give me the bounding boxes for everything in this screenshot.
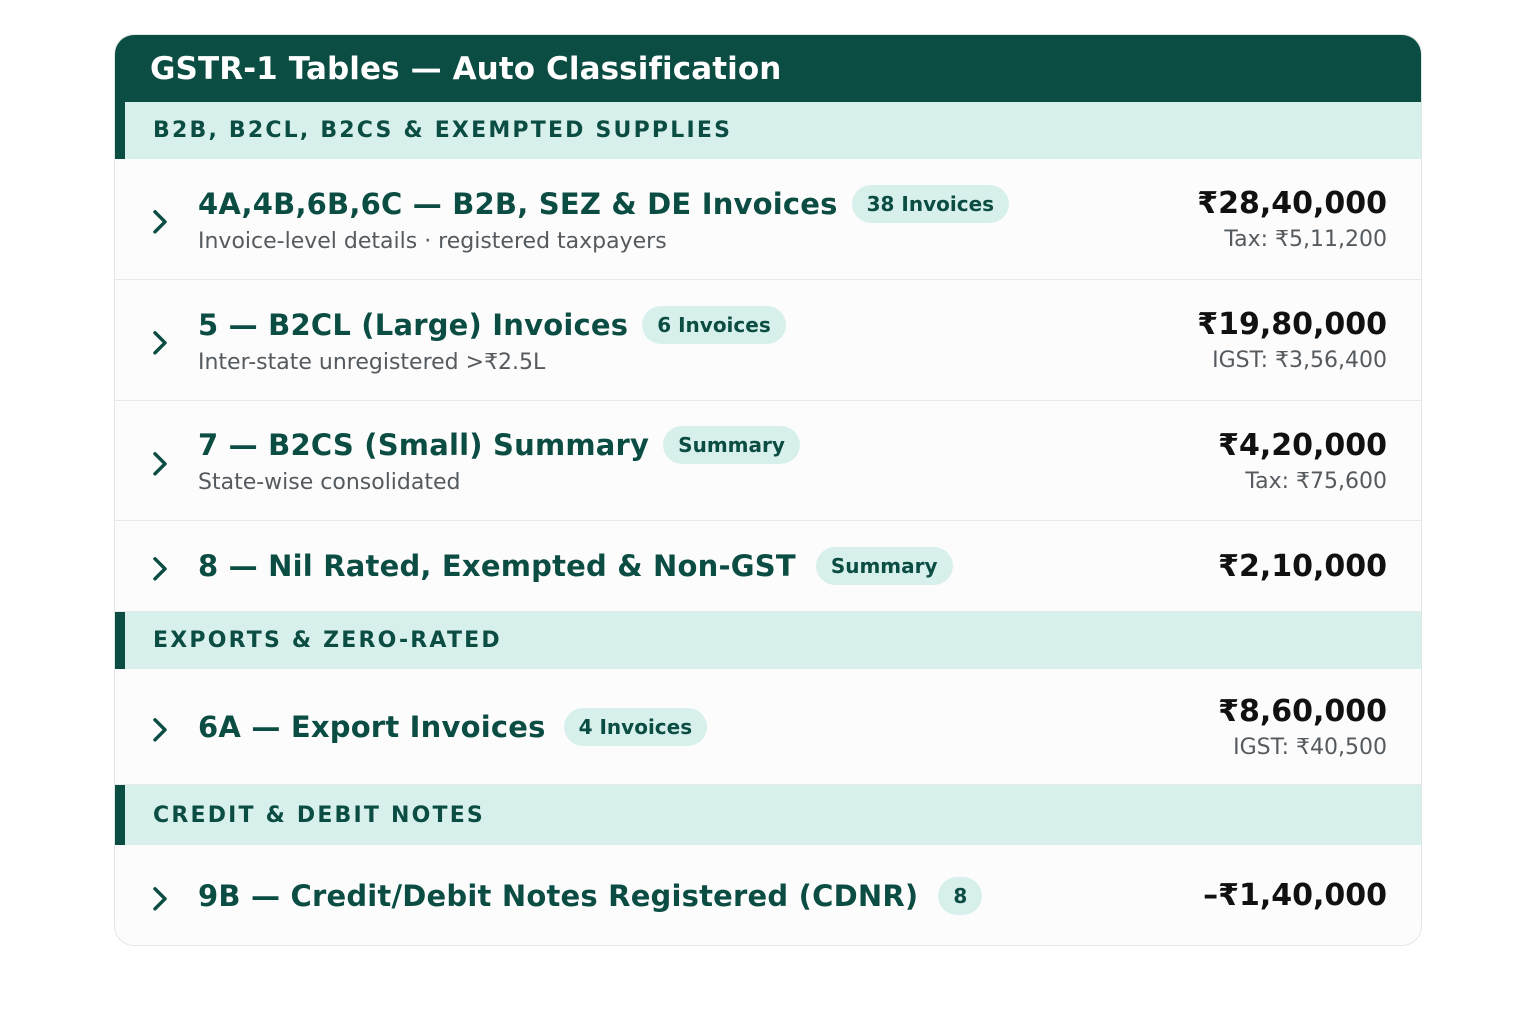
row-title: 8 — Nil Rated, Exempted & Non-GST [198,549,796,583]
table-row-export-invoices[interactable]: 6A — Export Invoices 4 Invoices ₹8,60,00… [115,669,1421,785]
row-tax: IGST: ₹3,56,400 [1212,348,1387,373]
panel-title: GSTR-1 Tables — Auto Classification [115,35,1421,102]
count-badge: 38 Invoices [851,184,1010,223]
section-title: B2B, B2CL, B2CS & EXEMPTED SUPPLIES [153,118,733,143]
row-amount: ₹19,80,000 [1197,307,1387,342]
table-row-cdnr[interactable]: 9B — Credit/Debit Notes Registered (CDNR… [115,845,1421,945]
count-badge: 6 Invoices [642,305,786,344]
section-title: EXPORTS & ZERO-RATED [153,628,502,653]
table-row-b2b-invoices[interactable]: 4A,4B,6B,6C — B2B, SEZ & DE Invoices 38 … [115,159,1421,280]
chevron-right-icon[interactable] [149,884,171,912]
row-subtitle: State-wise consolidated [198,470,461,495]
row-title: 6A — Export Invoices [198,709,546,744]
section-header-credit-debit: CREDIT & DEBIT NOTES [115,785,1421,845]
row-amount: ₹28,40,000 [1197,186,1387,221]
row-amount: ₹4,20,000 [1218,427,1387,463]
count-badge: 4 Invoices [563,707,708,746]
section-header-exports: EXPORTS & ZERO-RATED [115,612,1421,669]
summary-badge: Summary [663,426,800,464]
chevron-right-icon[interactable] [149,715,171,743]
row-tax: Tax: ₹75,600 [1245,468,1387,494]
chevron-right-icon[interactable] [149,329,171,357]
chevron-right-icon[interactable] [149,555,171,583]
table-row-b2cs-summary[interactable]: 7 — B2CS (Small) Summary Summary State-w… [115,401,1421,521]
row-title: 7 — B2CS (Small) Summary [198,428,650,462]
section-header-b2b: B2B, B2CL, B2CS & EXEMPTED SUPPLIES [115,102,1421,159]
row-title: 4A,4B,6B,6C — B2B, SEZ & DE Invoices [198,186,838,221]
table-row-nil-exempted[interactable]: 8 — Nil Rated, Exempted & Non-GST Summar… [115,521,1421,612]
row-subtitle: Invoice-level details · registered taxpa… [198,228,667,254]
row-title: 5 — B2CL (Large) Invoices [198,307,629,342]
chevron-right-icon[interactable] [149,449,171,477]
summary-badge: Summary [815,547,953,585]
row-amount: ₹2,10,000 [1218,548,1387,584]
row-amount: ₹8,60,000 [1218,693,1387,729]
row-subtitle: Inter-state unregistered >₹2.5L [198,349,546,375]
chevron-right-icon[interactable] [149,208,171,236]
row-tax: Tax: ₹5,11,200 [1224,227,1387,252]
row-tax: IGST: ₹40,500 [1233,734,1387,760]
section-title: CREDIT & DEBIT NOTES [153,802,485,828]
row-amount: –₹1,40,000 [1203,878,1387,913]
gstr1-tables-panel: GSTR-1 Tables — Auto Classification B2B,… [114,34,1422,946]
count-badge: 8 [938,876,983,915]
row-title: 9B — Credit/Debit Notes Registered (CDNR… [198,878,919,913]
table-row-b2cl-invoices[interactable]: 5 — B2CL (Large) Invoices 6 Invoices Int… [115,280,1421,401]
